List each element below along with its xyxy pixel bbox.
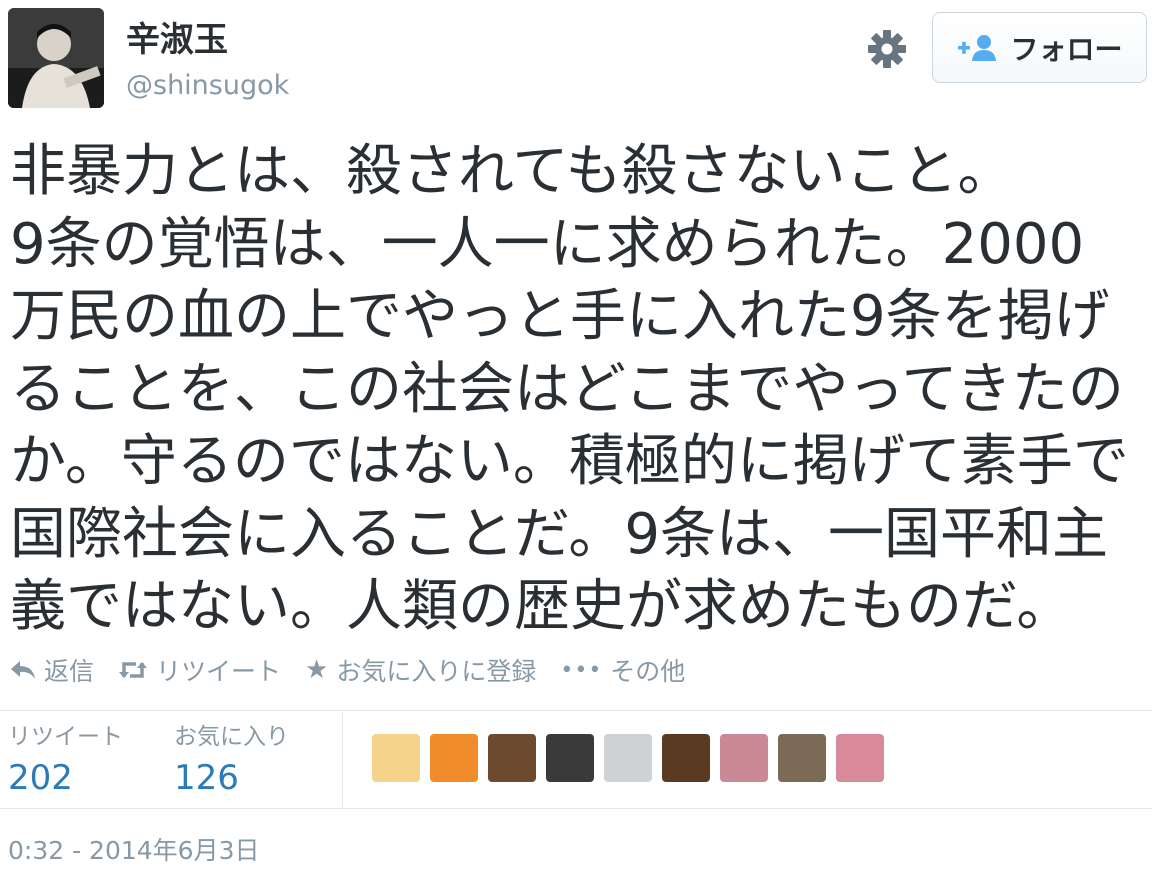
favoriters-list bbox=[372, 734, 884, 782]
tweet-line: 万民の血の上でやっと手に入れた9条を掲げ bbox=[10, 284, 1110, 349]
photo-avatar[interactable] bbox=[488, 734, 536, 782]
star-icon: ★ bbox=[305, 655, 329, 685]
favorite-count-label: お気に入り bbox=[174, 724, 289, 750]
more-dots-icon: ••• bbox=[560, 657, 603, 683]
follow-label: フォロー bbox=[1010, 32, 1123, 66]
pink-flower-avatar[interactable] bbox=[720, 734, 768, 782]
tweet-timestamp[interactable]: 0:32 - 2014年6月3日 bbox=[8, 834, 260, 868]
orange-cat-avatar[interactable] bbox=[430, 734, 478, 782]
retweet-count[interactable]: リツイート 202 bbox=[8, 722, 123, 802]
divider bbox=[0, 808, 1152, 809]
reply-icon bbox=[11, 661, 35, 679]
favorite-action[interactable]: ★ お気に入りに登録 bbox=[305, 652, 536, 688]
tweet-line: 国際社会に入ることだ。9条は、一国平和主 bbox=[10, 501, 1108, 567]
gear-icon[interactable] bbox=[866, 28, 908, 70]
profile-photo-icon bbox=[8, 8, 104, 108]
reply-action[interactable]: 返信 bbox=[10, 652, 94, 688]
divider bbox=[0, 710, 1152, 711]
favorite-count[interactable]: お気に入り 126 bbox=[174, 722, 289, 802]
stained-glass-avatar[interactable] bbox=[662, 734, 710, 782]
add-user-icon bbox=[958, 34, 997, 61]
retweet-count-label: リツイート bbox=[8, 724, 123, 750]
follow-button[interactable]: フォロー bbox=[932, 12, 1147, 83]
retweet-icon bbox=[119, 662, 148, 678]
stats-divider bbox=[342, 712, 343, 808]
favorite-label: お気に入りに登録 bbox=[336, 657, 537, 686]
tweet-line: 義ではない。人類の歴史が求めたものだ。 bbox=[10, 574, 1073, 639]
white-cat-avatar[interactable] bbox=[604, 734, 652, 782]
tweet-line: 9条の覚悟は、一人一に求められた。2000 bbox=[10, 211, 1085, 277]
reply-label: 返信 bbox=[44, 657, 95, 686]
display-name[interactable]: 辛淑玉 bbox=[126, 18, 228, 62]
person-photo-avatar[interactable] bbox=[836, 734, 884, 782]
favorite-count-value: 126 bbox=[174, 758, 239, 798]
tweet-actions: 返信 リツイート ★ お気に入りに登録 ••• その他 bbox=[10, 650, 709, 690]
avatar[interactable] bbox=[8, 8, 104, 108]
cartoon-character-avatar[interactable] bbox=[372, 734, 420, 782]
more-label: その他 bbox=[610, 657, 686, 686]
retweet-count-value: 202 bbox=[8, 758, 73, 798]
user-handle[interactable]: @shinsugok bbox=[126, 68, 289, 104]
tweet-text: 非暴力とは、殺されても殺さないこと。 9条の覚悟は、一人一に求められた。2000… bbox=[10, 136, 1150, 644]
cat-photo-avatar[interactable] bbox=[778, 734, 826, 782]
tweet-line: ることを、この社会はどこまでやってきたの bbox=[10, 356, 1124, 422]
tweet-line: 非暴力とは、殺されても殺さないこと。 bbox=[10, 139, 1014, 204]
retweet-action[interactable]: リツイート bbox=[118, 652, 281, 688]
more-action[interactable]: ••• その他 bbox=[560, 652, 685, 688]
tweet-line: か。守るのではない。積極的に掲げて素手で bbox=[10, 429, 1129, 494]
logo-avatar[interactable] bbox=[546, 734, 594, 782]
retweet-label: リツイート bbox=[156, 657, 282, 686]
